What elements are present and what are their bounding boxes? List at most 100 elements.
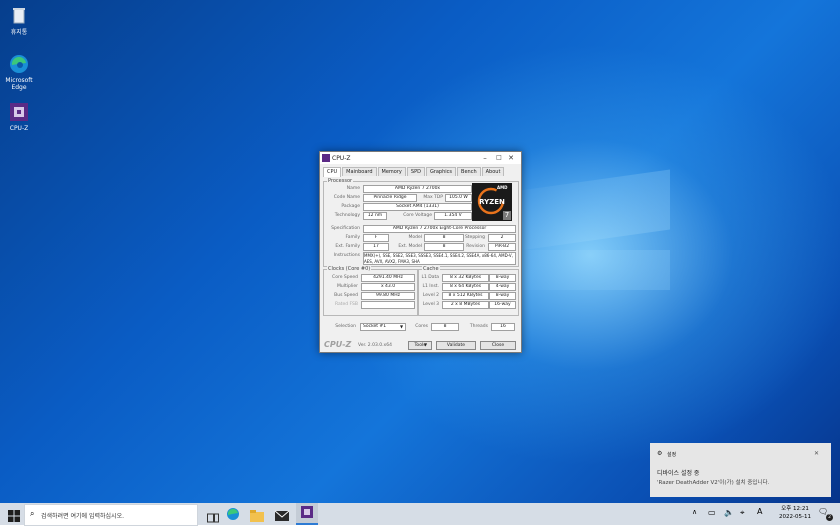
- threads-label: Threads: [469, 324, 488, 329]
- revision-label: Revision: [466, 244, 485, 249]
- specification-field: AMD Ryzen 7 2700x Eight-Core Processor: [363, 225, 516, 233]
- tab-cpu[interactable]: CPU: [323, 167, 342, 177]
- desktop-icon-recycle-bin[interactable]: 휴지통: [3, 5, 35, 36]
- tab-spd[interactable]: SPD: [406, 167, 425, 176]
- stepping-field: 2: [488, 234, 516, 242]
- cache-group-label: Cache: [422, 266, 440, 272]
- logo-text: RYZEN: [479, 198, 505, 206]
- maxtdp-field: 105.0 W: [445, 194, 472, 202]
- volume-icon[interactable]: 🔈: [724, 508, 734, 526]
- cpuz-brand: CPU-Z: [324, 340, 352, 349]
- notification-count-badge: 2: [826, 514, 833, 521]
- technology-field: 12 nm: [363, 212, 387, 220]
- task-view-icon[interactable]: [207, 508, 219, 526]
- package-field: Socket AM4 (1331): [363, 203, 472, 211]
- search-icon: ⌕: [30, 509, 35, 518]
- cache-row-size: 2 x 8 MBytes: [442, 301, 489, 309]
- corespeed-field: 4291.40 MHz: [361, 274, 415, 282]
- tools-dropdown-icon[interactable]: ▼: [424, 342, 427, 347]
- busspeed-label: Bus Speed: [334, 293, 358, 298]
- multiplier-label: Multiplier: [337, 284, 358, 289]
- cache-row-way: 8-way: [489, 292, 516, 300]
- name-label: Name: [346, 186, 360, 191]
- clock-date: 2022-05-11: [779, 514, 811, 520]
- cache-row-label: L1 Inst.: [422, 284, 439, 289]
- threads-field: 16: [491, 323, 515, 331]
- taskbar: ⌕ 검색하려면 여기에 입력하십시오. ∧ ▭ 🔈 ⌖ A 오후 12:21 2…: [0, 503, 840, 526]
- show-hidden-icons[interactable]: ∧: [692, 508, 697, 526]
- codename-label: Code Name: [333, 195, 360, 200]
- name-field: AMD Ryzen 7 2700x: [363, 185, 472, 193]
- cache-row-way: 4-way: [489, 283, 516, 291]
- validate-button[interactable]: Validate: [436, 341, 476, 350]
- desktop-icon-edge[interactable]: Microsoft Edge: [3, 53, 35, 91]
- notification-toast[interactable]: ⚙ 설정 ✕ 디바이스 설정 중 'Razer DeathAdder V2'이(…: [650, 443, 831, 497]
- instructions-label: Instructions: [333, 253, 360, 258]
- codename-field: Pinnacle Ridge: [363, 194, 417, 202]
- tab-about[interactable]: About: [481, 167, 505, 176]
- tab-graphics[interactable]: Graphics: [425, 167, 457, 176]
- desktop-icon-label: CPU-Z: [9, 125, 29, 132]
- ryzen-logo: AMD RYZEN 7: [472, 183, 512, 221]
- extmodel-field: 8: [424, 243, 464, 251]
- cache-row-size: 8 x 32 KBytes: [442, 274, 489, 282]
- extmodel-label: Ext. Model: [398, 244, 422, 249]
- file-explorer-icon[interactable]: [250, 507, 264, 525]
- close-button[interactable]: Close: [480, 341, 516, 350]
- family-label: Family: [345, 235, 360, 240]
- edge-taskbar-icon[interactable]: [226, 506, 240, 524]
- minimize-icon[interactable]: –: [480, 153, 490, 163]
- logo-digit: 7: [503, 211, 511, 220]
- gear-icon: ⚙: [657, 450, 663, 457]
- notification-title: 디바이스 설정 중: [657, 470, 700, 477]
- clock-time: 오후 12:21: [781, 506, 809, 512]
- search-box[interactable]: ⌕ 검색하려면 여기에 입력하십시오.: [24, 504, 198, 526]
- cache-row-way: 16-way: [489, 301, 516, 309]
- search-placeholder: 검색하려면 여기에 입력하십시오.: [41, 513, 125, 520]
- corevoltage-label: Core Voltage: [403, 213, 432, 218]
- family-field: F: [363, 234, 389, 242]
- model-label: Model: [408, 235, 422, 240]
- tab-memory[interactable]: Memory: [377, 167, 406, 176]
- busspeed-field: 99.80 MHz: [361, 292, 415, 300]
- multiplier-field: x 43.0: [361, 283, 415, 291]
- corevoltage-field: 1.354 V: [434, 212, 472, 220]
- cache-row-label: Level 2: [422, 293, 439, 298]
- cpuz-app-icon: [322, 154, 330, 162]
- tab-bench[interactable]: Bench: [457, 167, 481, 176]
- cache-row-size: 8 x 64 KBytes: [442, 283, 489, 291]
- specification-label: Specification: [331, 226, 360, 231]
- processor-group-label: Processor: [327, 178, 354, 184]
- chevron-down-icon[interactable]: ▼: [400, 324, 403, 329]
- notification-body: 'Razer DeathAdder V2'이(가) 설치 중입니다.: [657, 480, 770, 486]
- language-indicator[interactable]: A: [757, 507, 762, 525]
- cache-row-way: 8-way: [489, 274, 516, 282]
- notification-close-icon[interactable]: ✕: [814, 450, 819, 457]
- tab-mainboard[interactable]: Mainboard: [342, 167, 377, 176]
- package-label: Package: [341, 204, 360, 209]
- maximize-icon[interactable]: □: [494, 153, 504, 163]
- instructions-field: MMX(+), SSE, SSE2, SSE3, SSSE3, SSE4.1, …: [363, 252, 516, 265]
- cpuz-icon: [8, 101, 30, 123]
- notification-app: 설정: [667, 452, 677, 458]
- close-icon[interactable]: ✕: [506, 153, 516, 163]
- mail-icon[interactable]: [274, 507, 290, 525]
- network-icon[interactable]: ▭: [708, 508, 716, 526]
- desktop-icon-cpuz[interactable]: CPU-Z: [3, 101, 35, 132]
- edge-icon: [8, 53, 30, 75]
- desktop-icon-label: 휴지통: [10, 29, 28, 36]
- wallpaper-beam: [520, 250, 670, 290]
- cache-row-size: 8 x 512 KBytes: [442, 292, 489, 300]
- desktop-icon-label: Microsoft Edge: [5, 77, 33, 91]
- tools-button[interactable]: Tools: [408, 341, 432, 350]
- window-titlebar[interactable]: CPU-Z – □ ✕: [320, 152, 521, 164]
- version-label: Ver. 2.03.0.x64: [358, 343, 392, 348]
- tab-bar: CPU Mainboard Memory SPD Graphics Bench …: [323, 167, 505, 177]
- ratedfsb-field: [361, 301, 415, 309]
- start-button[interactable]: [8, 507, 20, 525]
- cpuz-taskbar-icon[interactable]: [296, 503, 318, 525]
- cache-group: Cache L1 Data 8 x 32 KBytes 8-way L1 Ins…: [418, 266, 519, 316]
- clock[interactable]: 오후 12:21 2022-05-11: [774, 505, 816, 523]
- mic-icon[interactable]: ⌖: [740, 508, 745, 526]
- window-title: CPU-Z: [332, 155, 351, 162]
